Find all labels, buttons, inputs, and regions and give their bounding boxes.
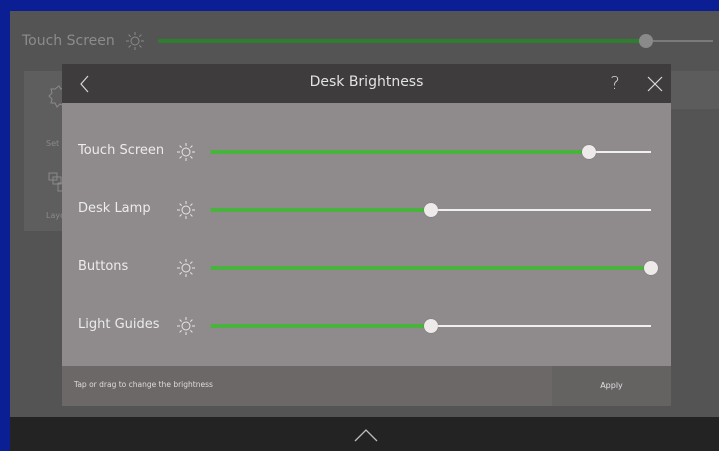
dialog-footer: Tap or drag to change the brightness App… (62, 366, 671, 406)
brightness-row-touch-screen: Touch Screen (62, 132, 671, 172)
background-slider-knob (639, 34, 654, 48)
row-label: Touch Screen (78, 143, 165, 158)
slider-fill (210, 266, 651, 270)
brightness-slider[interactable] (210, 261, 658, 275)
sun-icon (177, 143, 195, 161)
sun-icon (177, 259, 195, 277)
slider-fill (210, 150, 590, 154)
brightness-slider[interactable] (210, 203, 651, 217)
help-icon: ? (610, 73, 620, 94)
slider-knob[interactable] (644, 261, 658, 275)
sun-icon (177, 201, 195, 219)
row-label: Desk Lamp (78, 201, 151, 216)
chevron-up-icon[interactable] (352, 425, 380, 445)
apply-label: Apply (600, 381, 623, 390)
background-slider-fill (158, 39, 647, 43)
background-brightness-bar: Touch Screen (10, 11, 719, 59)
hint-text: Tap or drag to change the brightness (74, 380, 213, 389)
slider-knob[interactable] (582, 145, 597, 159)
brightness-slider[interactable] (210, 145, 651, 159)
slider-knob[interactable] (423, 319, 438, 333)
help-button[interactable]: ? (598, 64, 632, 103)
brightness-row-light-guides: Light Guides (62, 306, 671, 346)
close-icon (647, 76, 663, 92)
brightness-dialog: Desk Brightness ? Touch Screen Desk Lamp… (62, 64, 671, 406)
row-label: Buttons (78, 259, 129, 274)
brightness-row-desk-lamp: Desk Lamp (62, 190, 671, 230)
brightness-row-buttons: Buttons (62, 248, 671, 288)
sun-icon (177, 317, 195, 335)
slider-fill (210, 208, 431, 212)
background-panel-strip (670, 71, 719, 109)
row-label: Light Guides (78, 317, 160, 332)
bottom-bar (10, 417, 719, 451)
background-title: Touch Screen (22, 33, 115, 49)
dialog-header: Desk Brightness ? (62, 64, 671, 103)
dialog-title: Desk Brightness (309, 74, 424, 90)
slider-knob[interactable] (423, 203, 438, 217)
close-button[interactable] (638, 64, 672, 103)
slider-fill (210, 324, 431, 328)
apply-button[interactable]: Apply (552, 366, 671, 406)
screen: Touch Screen Set Layou Desk Brightness ?… (10, 11, 719, 451)
brightness-slider[interactable] (210, 319, 651, 333)
sun-icon (126, 32, 144, 50)
background-menu-label: Set (46, 139, 60, 148)
background-slider-track (158, 34, 713, 48)
